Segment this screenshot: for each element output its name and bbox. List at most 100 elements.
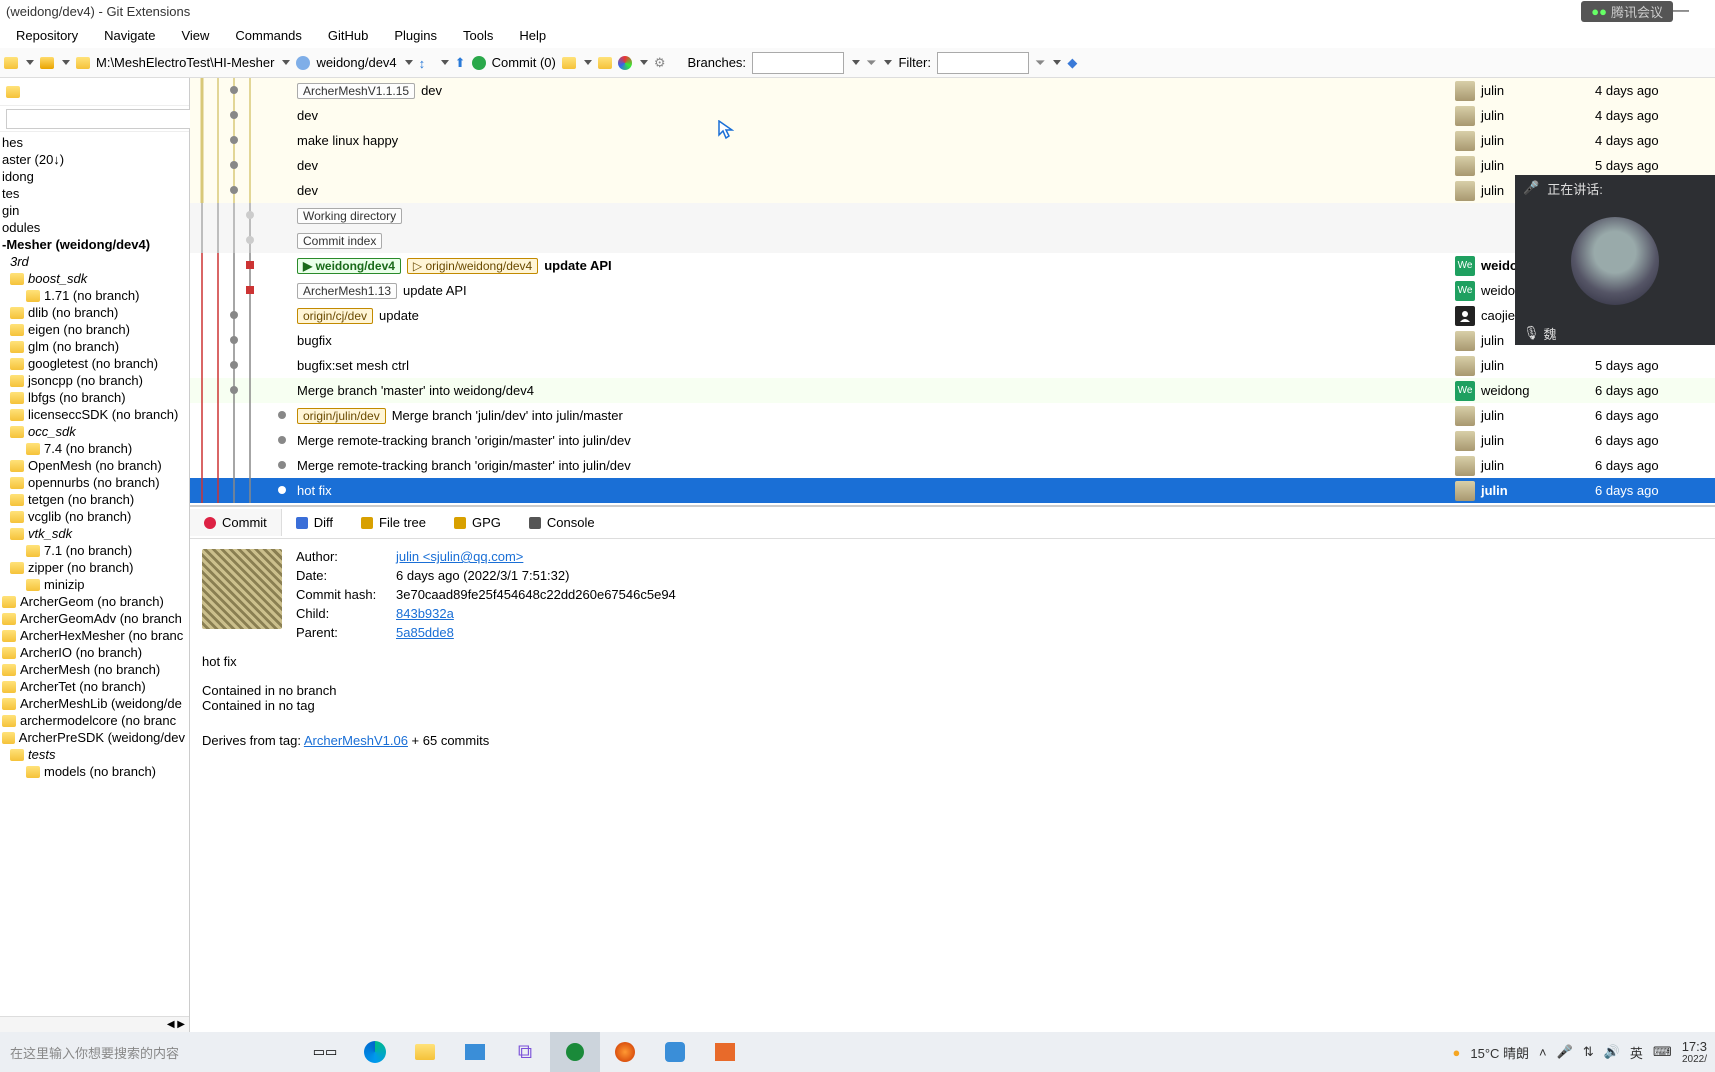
tree-node[interactable]: lbfgs (no branch) [0, 389, 189, 406]
clock-date[interactable]: 2022/ [1682, 1054, 1707, 1065]
tab-commit[interactable]: Commit [190, 509, 282, 536]
tray-wifi-icon[interactable]: ⇅ [1583, 1044, 1594, 1060]
tree-node[interactable]: minizip [0, 576, 189, 593]
tree-node[interactable]: ArcherMeshLib (weidong/de [0, 695, 189, 712]
ref-tag[interactable]: Working directory [297, 208, 402, 224]
commit-row[interactable]: hot fixjulin6 days ago [190, 478, 1715, 503]
tree-node[interactable]: models (no branch) [0, 763, 189, 780]
tree-node[interactable]: hes [0, 134, 189, 151]
ref-tag[interactable]: ▷ origin/weidong/dev4 [407, 258, 538, 274]
commit-list[interactable]: ArcherMeshV1.1.15devjulin4 days agodevju… [190, 78, 1715, 505]
commit-row[interactable]: Working directory [190, 203, 1715, 228]
tree-node[interactable]: tests [0, 746, 189, 763]
taskbar-search[interactable]: 在这里输入你想要搜索的内容 [0, 1043, 300, 1062]
nav-diamond-icon[interactable]: ◆ [1067, 55, 1077, 71]
repo-path[interactable]: M:\MeshElectroTest\HI-Mesher [96, 55, 274, 70]
filter-funnel-icon[interactable]: ⏷ [866, 55, 876, 71]
filter-input[interactable] [937, 52, 1029, 74]
globe-icon[interactable] [296, 56, 310, 70]
explorer-icon[interactable] [400, 1032, 450, 1072]
task-view-icon[interactable]: ▭▭ [300, 1032, 350, 1072]
commit-row[interactable]: origin/cj/devupdatecaojie199 [190, 303, 1715, 328]
tree-node[interactable]: ArcherGeomAdv (no branch [0, 610, 189, 627]
ref-tag[interactable]: origin/cj/dev [297, 308, 373, 324]
menu-help[interactable]: Help [507, 24, 558, 47]
ref-tag[interactable]: ArcherMeshV1.1.15 [297, 83, 415, 99]
tree-node[interactable]: 7.4 (no branch) [0, 440, 189, 457]
tencent-meeting-icon[interactable] [650, 1032, 700, 1072]
tree-node[interactable]: boost_sdk [0, 270, 189, 287]
tree-node[interactable]: archermodelcore (no branc [0, 712, 189, 729]
value-author[interactable]: julin <sjulin@qq.com> [396, 549, 676, 564]
tray-volume-icon[interactable]: 🔊 [1604, 1044, 1620, 1060]
tree-node[interactable]: ArcherGeom (no branch) [0, 593, 189, 610]
commit-row[interactable]: bugfix:set mesh ctrljulin5 days ago [190, 353, 1715, 378]
tree-node[interactable]: tes [0, 185, 189, 202]
tree-node[interactable]: dlib (no branch) [0, 304, 189, 321]
stash-icon[interactable] [562, 57, 576, 69]
tree-node[interactable]: 7.1 (no branch) [0, 542, 189, 559]
minimize-button[interactable]: — [1673, 2, 1709, 20]
tree-node[interactable]: zipper (no branch) [0, 559, 189, 576]
menu-repository[interactable]: Repository [4, 24, 90, 47]
commit-button[interactable]: Commit (0) [492, 55, 556, 70]
tab-diff[interactable]: Diff [282, 509, 347, 536]
tree-node[interactable]: jsoncpp (no branch) [0, 372, 189, 389]
commit-row[interactable]: Commit index [190, 228, 1715, 253]
firefox-icon[interactable] [600, 1032, 650, 1072]
tab-console[interactable]: Console [515, 509, 609, 536]
visual-studio-icon[interactable]: ⧉ [500, 1032, 550, 1072]
nav-icon[interactable] [40, 57, 54, 69]
menu-navigate[interactable]: Navigate [92, 24, 167, 47]
tree-node[interactable]: odules [0, 219, 189, 236]
tencent-meeting-overlay[interactable]: 🎤 正在讲话: 🎙 魏 [1515, 175, 1715, 345]
tree-node[interactable]: 1.71 (no branch) [0, 287, 189, 304]
tree-node[interactable]: vtk_sdk [0, 525, 189, 542]
tree-node[interactable]: eigen (no branch) [0, 321, 189, 338]
commit-row[interactable]: origin/julin/devMerge branch 'julin/dev'… [190, 403, 1715, 428]
commit-ok-icon[interactable] [472, 56, 486, 70]
system-tray[interactable]: ● 15°C 晴朗 ˄ 🎤 ⇅ 🔊 英 ⌨ 17:3 2022/ [1453, 1039, 1715, 1065]
tree-root-icon[interactable] [6, 86, 20, 98]
tree-node[interactable]: vcglib (no branch) [0, 508, 189, 525]
tray-chevron-icon[interactable]: ˄ [1539, 1045, 1547, 1060]
commit-row[interactable]: bugfixjulin [190, 328, 1715, 353]
commit-row[interactable]: ArcherMeshV1.1.15devjulin4 days ago [190, 78, 1715, 103]
tree-node[interactable]: glm (no branch) [0, 338, 189, 355]
clock-time[interactable]: 17:3 [1682, 1039, 1707, 1054]
commit-row[interactable]: Merge branch 'master' into weidong/dev4W… [190, 378, 1715, 403]
ref-tag[interactable]: ArcherMesh1.13 [297, 283, 397, 299]
filter-funnel2-icon[interactable]: ⏷ [1035, 55, 1045, 71]
tree-node[interactable]: ArcherTet (no branch) [0, 678, 189, 695]
tree-node[interactable]: 3rd [0, 253, 189, 270]
menu-github[interactable]: GitHub [316, 24, 380, 47]
ref-tag[interactable]: ▶ weidong/dev4 [297, 258, 401, 274]
keyboard-icon[interactable]: ⌨ [1653, 1044, 1672, 1060]
commit-row[interactable]: make linux happyjulin4 days ago [190, 128, 1715, 153]
menu-commands[interactable]: Commands [223, 24, 313, 47]
value-parent[interactable]: 5a85dde8 [396, 625, 676, 640]
commit-row[interactable]: ArcherMesh1.13update APIWeweidong [190, 278, 1715, 303]
repo-tree[interactable]: hesaster (20↓)idongtesginodules-Mesher (… [0, 132, 189, 1016]
tree-node[interactable]: opennurbs (no branch) [0, 474, 189, 491]
tree-node[interactable]: ArcherPreSDK (weidong/dev [0, 729, 189, 746]
commit-row[interactable]: devjulin4 days ago [190, 103, 1715, 128]
mail-icon[interactable] [450, 1032, 500, 1072]
tree-node[interactable]: idong [0, 168, 189, 185]
tree-node[interactable]: gin [0, 202, 189, 219]
branch-name[interactable]: weidong/dev4 [316, 55, 396, 70]
git-extensions-icon[interactable] [550, 1032, 600, 1072]
menu-view[interactable]: View [169, 24, 221, 47]
browse-icon[interactable] [598, 57, 612, 69]
derives-tag-link[interactable]: ArcherMeshV1.06 [304, 733, 408, 748]
ime-indicator[interactable]: 英 [1630, 1043, 1643, 1062]
commit-row[interactable]: ▶ weidong/dev4▷ origin/weidong/dev4updat… [190, 253, 1715, 278]
tree-node[interactable]: -Mesher (weidong/dev4) [0, 236, 189, 253]
open-icon[interactable] [4, 57, 18, 69]
tree-search-input[interactable] [6, 109, 192, 129]
tree-node[interactable]: ArcherHexMesher (no branc [0, 627, 189, 644]
tree-node[interactable]: ArcherMesh (no branch) [0, 661, 189, 678]
tree-node[interactable]: occ_sdk [0, 423, 189, 440]
tree-node[interactable]: OpenMesh (no branch) [0, 457, 189, 474]
tab-gpg[interactable]: GPG [440, 509, 515, 536]
